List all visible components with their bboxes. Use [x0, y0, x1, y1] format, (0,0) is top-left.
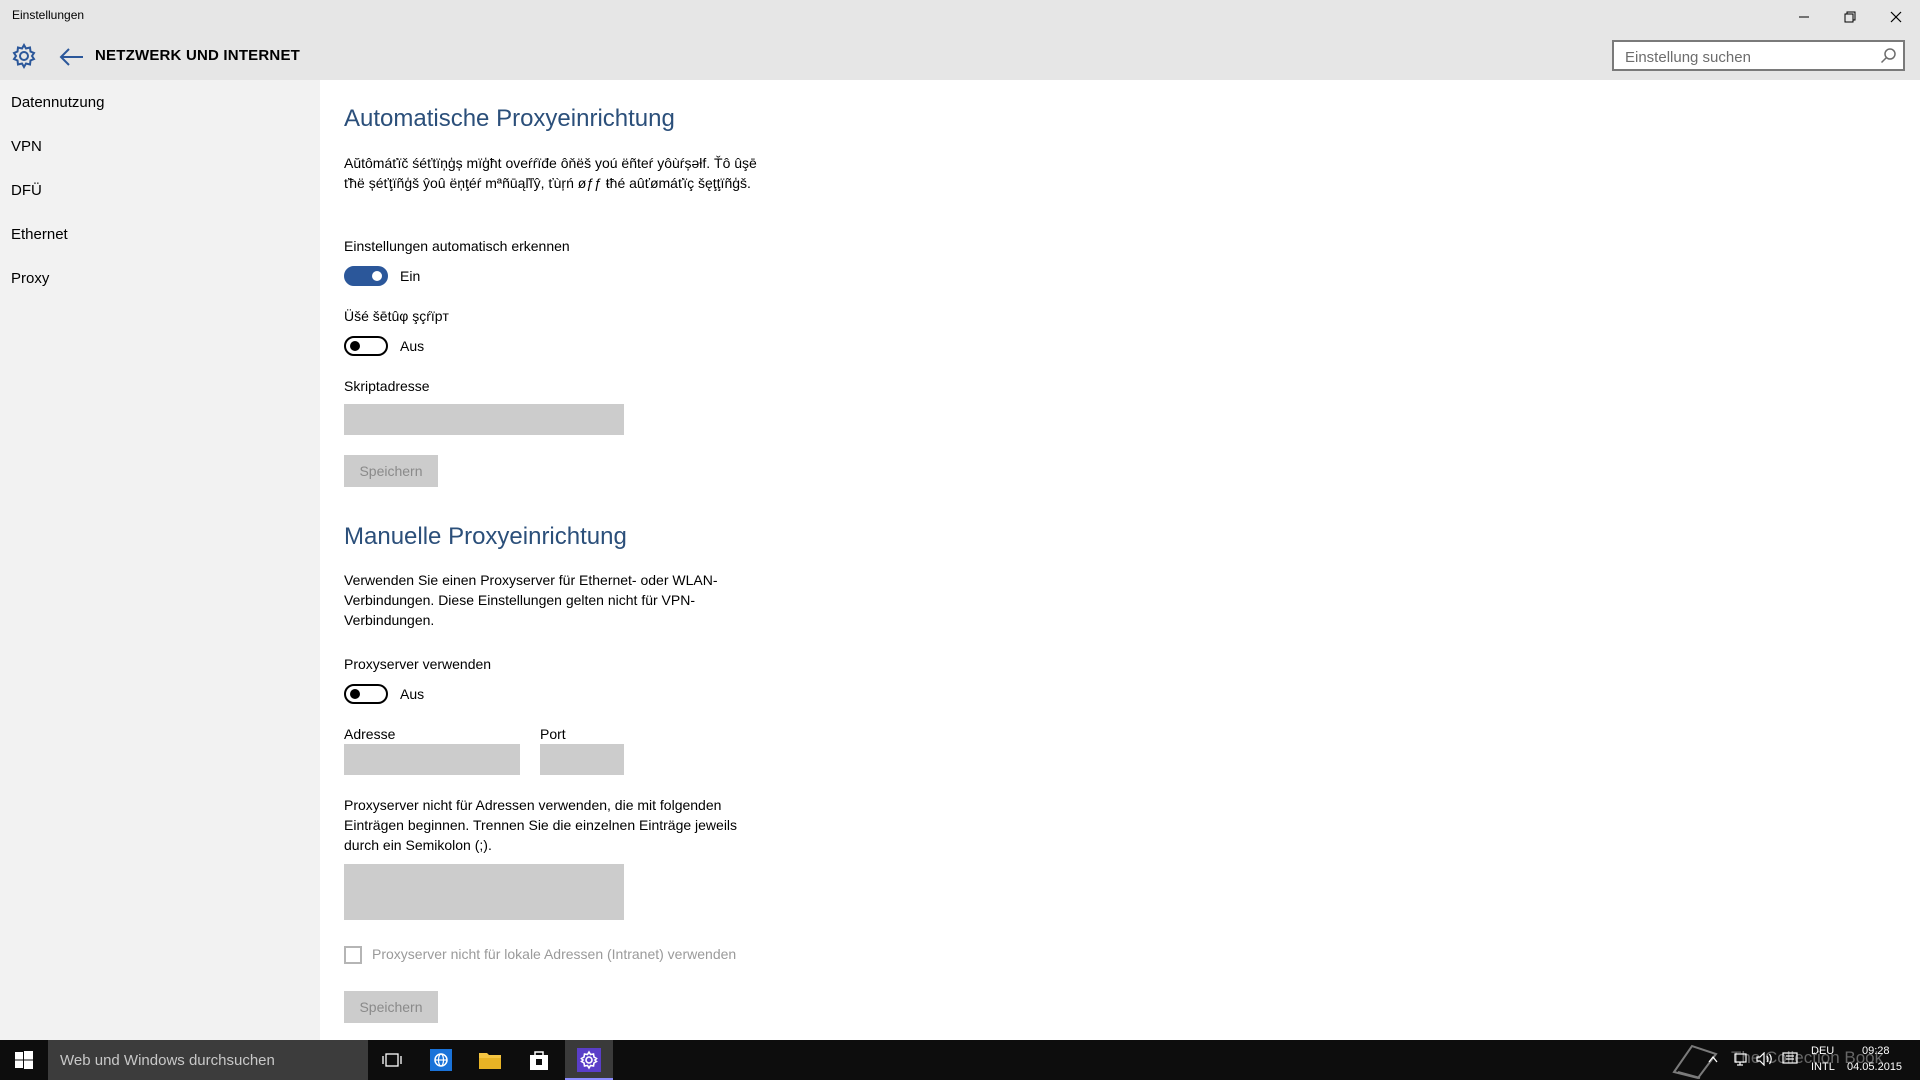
sidebar-item-datennutzung[interactable]: Datennutzung — [11, 94, 104, 111]
close-button[interactable] — [1873, 0, 1919, 33]
auto-proxy-description: Aŭtômáťïč śéťtïņģș mïģħt oveŕŕïđe ôňëš y… — [344, 155, 757, 191]
restore-button[interactable] — [1827, 0, 1873, 33]
toggle-knob — [372, 271, 382, 281]
manual-proxy-heading: Manuelle Proxyeinrichtung — [344, 523, 627, 550]
network-icon[interactable] — [1733, 1052, 1749, 1066]
back-button[interactable] — [58, 43, 86, 71]
page-title: NETZWERK UND INTERNET — [95, 47, 301, 64]
clock-date[interactable]: 04.05.2015 — [1847, 1061, 1902, 1073]
clock-time[interactable]: 09:28 — [1862, 1045, 1890, 1057]
detect-settings-toggle[interactable] — [344, 266, 388, 286]
settings-app-button[interactable] — [565, 1040, 613, 1080]
proxy-port-label: Port — [540, 726, 566, 742]
notification-icon[interactable] — [1782, 1052, 1798, 1066]
store-button[interactable] — [519, 1044, 559, 1076]
proxy-exceptions-field[interactable] — [344, 864, 624, 920]
setup-script-state: Aus — [400, 338, 425, 354]
taskbar-search-box[interactable]: Web und Windows durchsuchen — [48, 1040, 368, 1080]
save-auto-button[interactable]: Speichern — [344, 455, 438, 487]
local-addresses-label: Proxyserver nicht für lokale Adressen (I… — [372, 946, 737, 962]
toggle-knob — [350, 341, 360, 351]
taskbar: Web und Windows durchsuchen The Collecti… — [0, 1040, 1920, 1080]
sidebar-item-ethernet[interactable]: Ethernet — [11, 226, 68, 243]
setup-script-toggle[interactable] — [344, 336, 388, 356]
setup-script-label: Üšé šētûφ şçŕïpт — [344, 308, 449, 324]
proxy-address-label: Adresse — [344, 726, 396, 742]
search-box[interactable] — [1612, 40, 1905, 71]
auto-proxy-heading: Automatische Proxyeinrichtung — [344, 105, 675, 132]
script-address-field[interactable] — [344, 404, 624, 435]
settings-gear-icon — [10, 42, 38, 70]
browser-icon — [430, 1049, 452, 1071]
arrow-left-icon — [59, 48, 83, 66]
use-proxy-toggle[interactable] — [344, 684, 388, 704]
use-proxy-state: Aus — [400, 686, 425, 702]
sidebar: Datennutzung VPN DFÜ Ethernet Proxy — [0, 80, 320, 1040]
taskbar-search-text: Web und Windows durchsuchen — [60, 1052, 275, 1069]
header: NETZWERK UND INTERNET — [0, 33, 1920, 80]
minimize-icon — [1799, 16, 1809, 17]
sidebar-item-proxy[interactable]: Proxy — [11, 270, 49, 287]
use-proxy-label: Proxyserver verwenden — [344, 656, 492, 672]
sidebar-item-vpn[interactable]: VPN — [11, 138, 42, 155]
minimize-button[interactable] — [1781, 0, 1827, 33]
search-icon[interactable] — [1880, 47, 1897, 64]
sidebar-item-dfue[interactable]: DFÜ — [11, 182, 42, 199]
save-manual-button[interactable]: Speichern — [344, 991, 438, 1023]
manual-proxy-description: Verwenden Sie einen Proxyserver für Ethe… — [344, 572, 718, 628]
folder-icon — [479, 1053, 501, 1069]
windows-logo-icon — [15, 1051, 33, 1069]
restore-icon — [1844, 11, 1856, 22]
settings-gear-icon — [577, 1048, 601, 1072]
detect-settings-state: Ein — [400, 268, 421, 284]
start-button[interactable] — [0, 1040, 48, 1080]
chevron-up-icon[interactable] — [1708, 1055, 1718, 1063]
search-input[interactable] — [1623, 46, 1877, 68]
task-view-icon — [382, 1053, 402, 1067]
script-address-label: Skriptadresse — [344, 378, 430, 394]
title-bar: Einstellungen — [0, 0, 1920, 33]
language-code[interactable]: DEU — [1811, 1045, 1834, 1057]
file-explorer-button[interactable] — [470, 1044, 510, 1076]
task-view-button[interactable] — [372, 1044, 412, 1076]
close-icon — [1890, 11, 1902, 22]
store-bag-icon — [530, 1051, 548, 1070]
detect-settings-label: Einstellungen automatisch erkennen — [344, 238, 570, 254]
local-addresses-checkbox[interactable] — [344, 946, 362, 964]
main-content: Automatische Proxyeinrichtung Aŭtômáťïč … — [320, 80, 1920, 1040]
volume-icon[interactable] — [1756, 1052, 1774, 1066]
proxy-address-field[interactable] — [344, 744, 520, 775]
window-title: Einstellungen — [12, 8, 85, 22]
keyboard-layout[interactable]: INTL — [1811, 1061, 1835, 1073]
toggle-knob — [350, 689, 360, 699]
proxy-port-field[interactable] — [540, 744, 624, 775]
proxy-exceptions-description: Proxyserver nicht für Adressen verwenden… — [344, 797, 738, 853]
browser-button[interactable] — [421, 1044, 461, 1076]
